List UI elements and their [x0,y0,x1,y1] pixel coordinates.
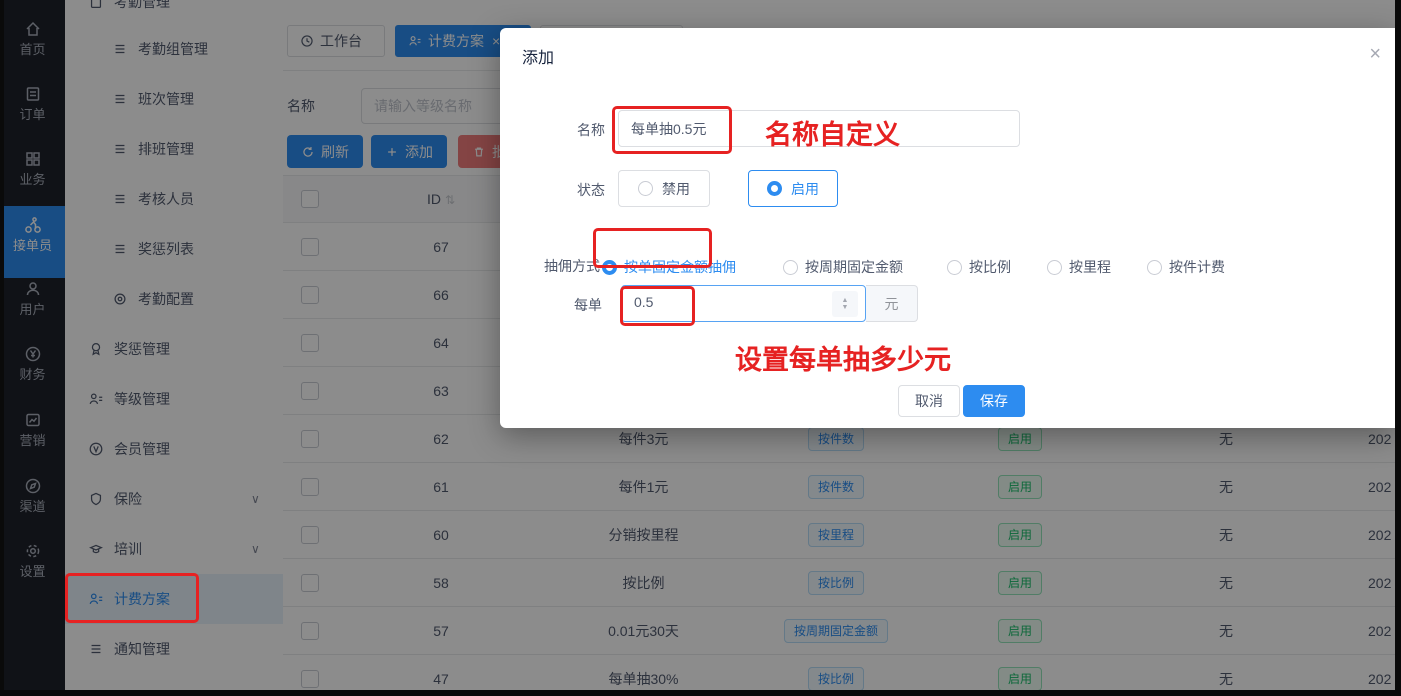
frame-edge [0,690,1401,696]
radio-icon [1047,260,1062,275]
commission-option-mileage[interactable]: 按里程 [1047,257,1111,277]
radio-icon [947,260,962,275]
dialog-title: 添加 [522,44,554,68]
per-order-number-input[interactable]: 0.5 ▲ ▼ [621,285,866,322]
app-window: 首页 订单 业务 接单员 用户 财务 营销 渠道 [0,0,1401,696]
unit-addon: 元 [866,285,918,322]
radio-selected-icon [767,181,782,196]
radio-selected-icon [602,260,617,275]
commission-option-ratio[interactable]: 按比例 [947,257,1011,277]
annotation-text-amount: 设置每单抽多少元 [735,338,951,377]
radio-icon [638,181,653,196]
per-order-label: 每单 [500,295,602,315]
save-button[interactable]: 保存 [963,385,1025,417]
frame-edge [1395,0,1401,696]
commission-option-per-period[interactable]: 按周期固定金额 [783,257,903,277]
commission-option-per-order[interactable]: 按单固定金额抽佣 [602,257,736,277]
frame-edge [0,0,4,696]
status-option-enabled[interactable]: 启用 [748,170,838,207]
caret-up-icon[interactable]: ▲ [842,297,849,304]
close-icon[interactable]: × [1369,44,1381,64]
caret-down-icon[interactable]: ▼ [842,304,849,311]
per-order-value: 0.5 [634,294,653,310]
commission-option-per-piece[interactable]: 按件计费 [1147,257,1225,277]
name-label: 名称 [500,120,605,140]
cancel-button[interactable]: 取消 [898,385,960,417]
number-stepper[interactable]: ▲ ▼ [832,291,858,317]
add-dialog: 添加 × 名称 名称自定义 状态 禁用 启用 抽佣方式 按单固定金额抽佣 按周期… [500,28,1395,428]
status-label: 状态 [500,180,605,200]
radio-icon [1147,260,1162,275]
status-option-disabled[interactable]: 禁用 [618,170,710,207]
name-input[interactable] [618,110,1020,147]
commission-label: 抽佣方式 [500,256,600,276]
radio-icon [783,260,798,275]
